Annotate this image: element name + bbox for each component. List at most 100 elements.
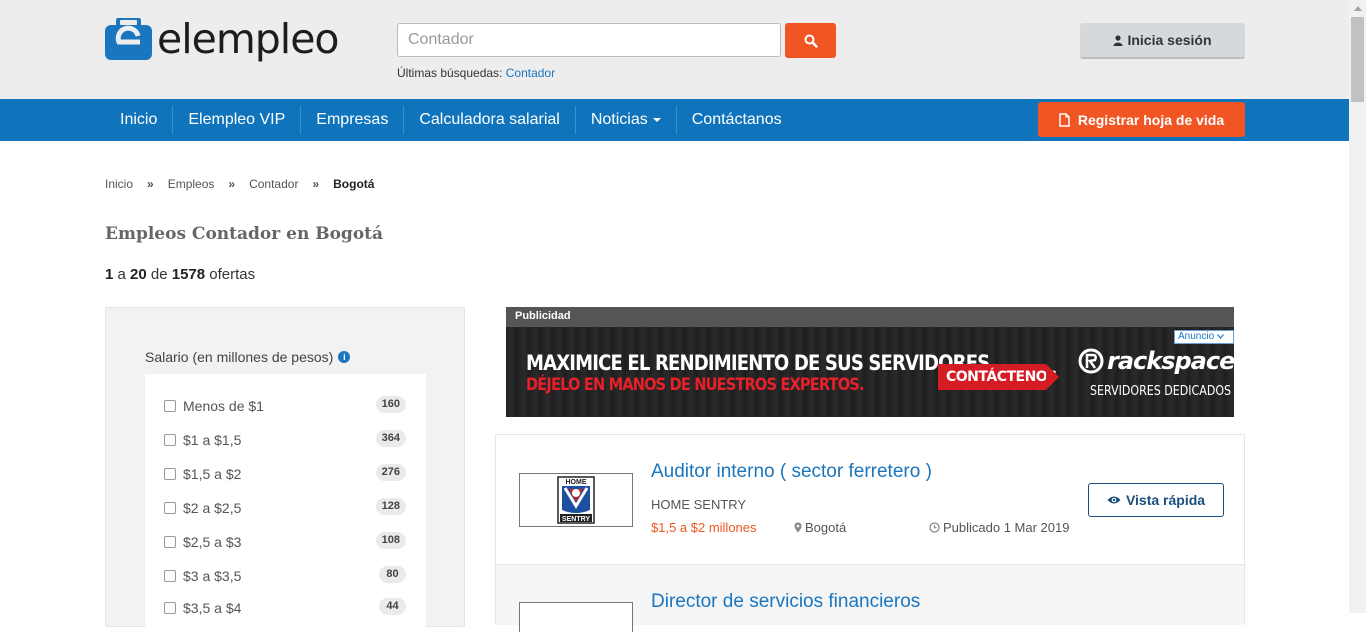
results-unit: ofertas	[209, 266, 256, 283]
breadcrumb: Inicio » Empleos » Contador » Bogotá	[105, 177, 374, 191]
job-title-link[interactable]: Director de servicios financieros	[651, 591, 920, 613]
scroll-up-arrow-icon[interactable]	[1349, 0, 1366, 17]
nav-item-empresas[interactable]: Empresas	[301, 106, 405, 134]
breadcrumb-separator: »	[312, 177, 320, 191]
job-published-text: Publicado 1 Mar 2019	[943, 520, 1070, 535]
register-cv-label: Registrar hoja de vida	[1077, 111, 1225, 128]
login-label: Inicia sesión	[1127, 32, 1212, 48]
range-of: de	[150, 266, 168, 283]
recent-searches-label: Últimas búsquedas:	[397, 66, 503, 80]
job-title-link[interactable]: Auditor interno ( sector ferretero )	[651, 461, 932, 483]
filter-checkbox[interactable]	[164, 602, 176, 614]
filter-option[interactable]: $1 a $1,5 364	[145, 430, 426, 450]
rackspace-logo-icon	[1078, 348, 1104, 374]
filter-option-label: $3 a $3,5	[183, 568, 242, 584]
filter-checkbox[interactable]	[164, 400, 176, 412]
caret-down-icon	[652, 117, 661, 122]
nav-item-elempleo-vip[interactable]: Elempleo VIP	[173, 106, 302, 134]
search-input[interactable]	[397, 23, 781, 57]
ad-top-bar: Publicidad	[506, 307, 1234, 327]
filter-option[interactable]: $2,5 a $3 108	[145, 532, 426, 552]
filter-count-badge: 80	[379, 566, 406, 583]
user-icon	[1113, 34, 1123, 46]
scrollbar-thumb[interactable]	[1351, 17, 1364, 102]
clock-icon	[929, 522, 940, 533]
site-header: elempleo Últimas búsquedas: Contador Ini…	[0, 0, 1349, 99]
breadcrumb-item-inicio[interactable]: Inicio	[105, 177, 133, 191]
filter-count-badge: 44	[379, 598, 406, 615]
page-title: Empleos Contador en Bogotá	[105, 224, 384, 244]
filter-option-label: $2 a $2,5	[183, 500, 242, 516]
ad-brand-name: rackspace	[1107, 347, 1234, 375]
filter-option-label: $1 a $1,5	[183, 432, 242, 448]
map-marker-icon	[794, 522, 802, 533]
company-logo[interactable]	[519, 602, 633, 632]
logo-text: elempleo	[157, 15, 340, 63]
ad-label: Publicidad	[515, 310, 571, 322]
search-button[interactable]	[785, 23, 836, 58]
register-cv-button[interactable]: Registrar hoja de vida	[1038, 102, 1245, 137]
quick-view-button[interactable]: Vista rápida	[1088, 483, 1224, 517]
job-published: Publicado 1 Mar 2019	[929, 520, 1069, 535]
nav-item-calculadora[interactable]: Calculadora salarial	[404, 106, 576, 134]
salary-filter-title: Salario (en millones de pesos) i	[145, 349, 351, 365]
filter-checkbox[interactable]	[164, 536, 176, 548]
job-company: HOME SENTRY	[651, 497, 747, 512]
results-total: 1578	[171, 266, 206, 283]
logo-text-top: HOME	[566, 479, 587, 486]
page-scrollbar[interactable]	[1349, 0, 1366, 613]
ad-banner[interactable]: Publicidad Anuncio MAXIMICE EL RENDIMIEN…	[506, 307, 1234, 417]
home-sentry-logo-icon: HOME SENTRY	[557, 476, 595, 524]
breadcrumb-item-empleos[interactable]: Empleos	[168, 177, 215, 191]
company-logo[interactable]: HOME SENTRY	[519, 473, 633, 527]
filter-option[interactable]: Menos de $1 160	[145, 396, 426, 416]
site-logo[interactable]: elempleo	[105, 15, 340, 63]
filter-panel: Salario (en millones de pesos) i Menos d…	[105, 307, 465, 634]
salary-filter-list: Menos de $1 160 $1 a $1,5 364 $1,5 a $2 …	[145, 374, 426, 634]
quick-view-label: Vista rápida	[1125, 492, 1206, 508]
job-location: Bogotá	[794, 520, 846, 535]
ad-brand: rackspace	[1078, 347, 1234, 375]
info-icon[interactable]: i	[338, 351, 351, 363]
nav-item-contactanos[interactable]: Contáctanos	[677, 106, 797, 134]
recent-searches: Últimas búsquedas: Contador	[397, 66, 555, 80]
results-count: 1 a 20 de 1578 ofertas	[105, 266, 255, 283]
ad-choices-button[interactable]: Anuncio	[1174, 330, 1234, 344]
filter-checkbox[interactable]	[164, 468, 176, 480]
ad-cta-button[interactable]: CONTÁCTENOS	[938, 364, 1059, 390]
filter-count-badge: 364	[375, 430, 406, 447]
job-list: HOME SENTRY Auditor interno ( sector fer…	[495, 434, 1245, 632]
ad-headline: MAXIMICE EL RENDIMIENTO DE SUS SERVIDORE…	[526, 351, 996, 375]
nav-item-noticias-label: Noticias	[590, 111, 648, 128]
filter-count-badge: 128	[375, 498, 406, 515]
job-card[interactable]: HOME SENTRY Auditor interno ( sector fer…	[496, 435, 1244, 565]
range-start: 1	[105, 266, 114, 283]
filter-option[interactable]: $2 a $2,5 128	[145, 498, 426, 518]
filter-option-label: $1,5 a $2	[183, 466, 242, 482]
range-end: 20	[130, 266, 147, 283]
chevron-down-icon	[1216, 334, 1224, 339]
salary-filter-label: Salario (en millones de pesos)	[145, 349, 334, 365]
filter-option-label: Menos de $1	[183, 398, 264, 414]
filter-checkbox[interactable]	[164, 502, 176, 514]
breadcrumb-item-contador[interactable]: Contador	[249, 177, 298, 191]
filter-checkbox[interactable]	[164, 434, 176, 446]
filter-option[interactable]: $3,5 a $4 44	[145, 598, 426, 618]
ad-choices-label: Anuncio	[1178, 331, 1215, 342]
job-card[interactable]: Director de servicios financieros	[496, 565, 1244, 632]
job-salary: $1,5 a $2 millones	[651, 520, 757, 535]
breadcrumb-separator: »	[147, 177, 154, 191]
filter-option[interactable]: $3 a $3,5 80	[145, 566, 426, 586]
filter-checkbox[interactable]	[164, 570, 176, 582]
ad-brand-subtitle: SERVIDORES DEDICADOS	[1090, 384, 1232, 399]
filter-option[interactable]: $1,5 a $2 276	[145, 464, 426, 484]
nav-item-noticias[interactable]: Noticias	[576, 106, 677, 134]
login-button[interactable]: Inicia sesión	[1080, 23, 1245, 59]
breadcrumb-separator: »	[228, 177, 236, 191]
recent-search-link[interactable]: Contador	[506, 66, 555, 80]
file-icon	[1059, 112, 1070, 127]
range-connector: a	[117, 266, 126, 283]
nav-item-inicio[interactable]: Inicio	[105, 106, 174, 134]
filter-option-label: $3,5 a $4	[183, 600, 242, 616]
job-location-text: Bogotá	[805, 520, 847, 535]
